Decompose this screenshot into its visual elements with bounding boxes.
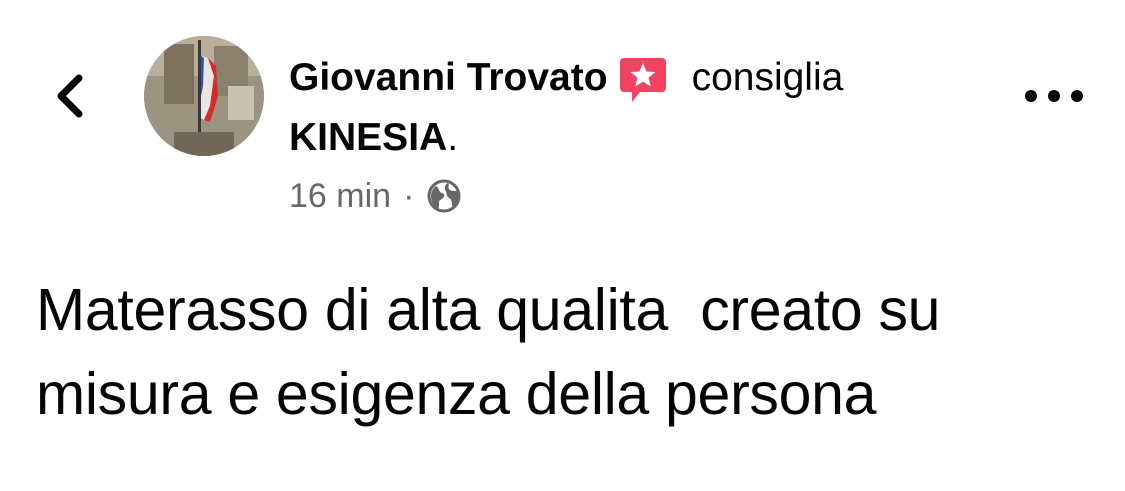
more-dot [1025, 90, 1037, 102]
globe-icon[interactable] [426, 178, 462, 214]
post-screen: Giovanni Trovato consiglia KINESIA. 16 m… [0, 0, 1125, 491]
post-meta: 16 min · [289, 174, 462, 218]
header-line: Giovanni Trovato consiglia [289, 52, 989, 104]
post-body-text: Materasso di alta qualita creato su misu… [36, 277, 941, 427]
more-options-icon[interactable] [1025, 78, 1083, 114]
page-name-suffix: . [447, 116, 459, 159]
back-button[interactable] [44, 66, 94, 126]
recommended-page: KINESIA. [289, 112, 989, 164]
avatar-image [144, 36, 264, 156]
more-dot [1071, 90, 1083, 102]
avatar[interactable] [144, 36, 264, 156]
recommendation-star-icon [618, 56, 668, 104]
action-text: consiglia [691, 56, 844, 99]
page-name-link[interactable]: KINESIA [289, 116, 447, 159]
chevron-left-icon [57, 74, 83, 118]
meta-separator: · [403, 177, 415, 215]
author-name[interactable]: Giovanni Trovato [289, 52, 608, 104]
timestamp[interactable]: 16 min [289, 174, 391, 218]
more-dot [1048, 90, 1060, 102]
post-header: Giovanni Trovato consiglia KINESIA. [289, 52, 989, 164]
